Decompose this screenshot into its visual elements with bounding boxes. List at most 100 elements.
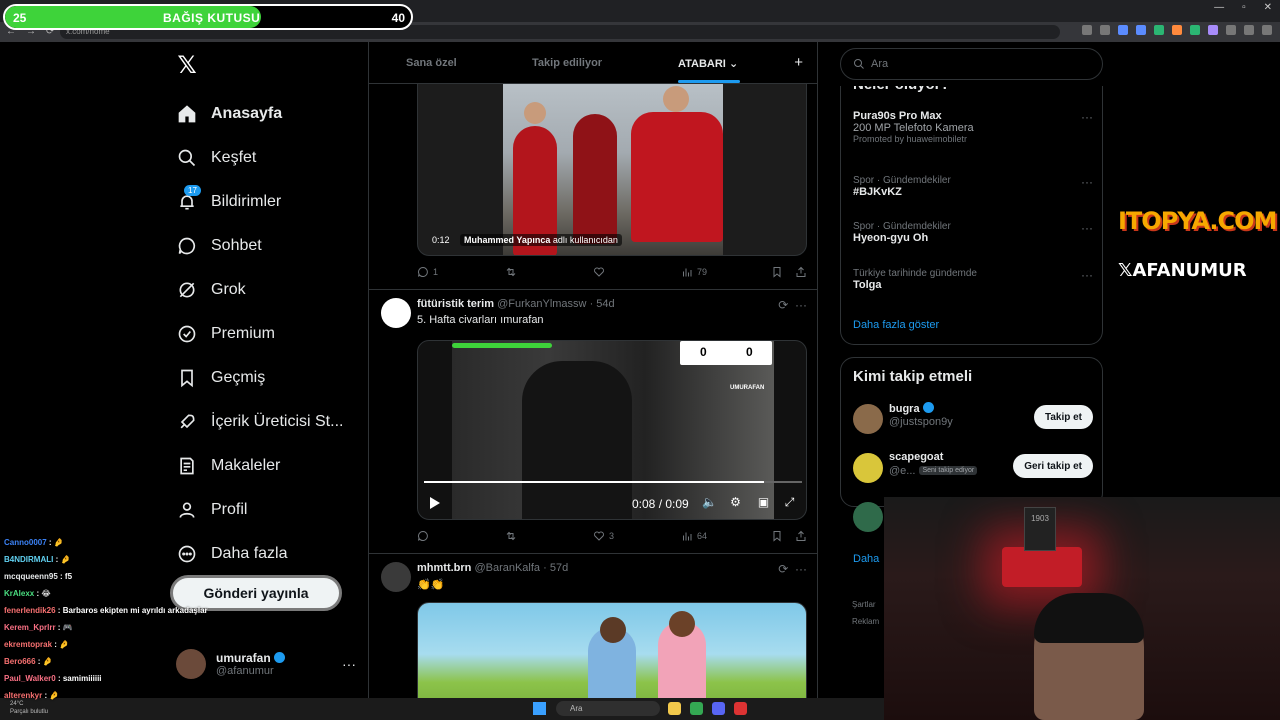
tab-following[interactable]: Takip ediliyor bbox=[532, 57, 602, 69]
chat-username[interactable]: ekremtoprak bbox=[4, 640, 52, 649]
app-icon[interactable] bbox=[734, 702, 747, 715]
sidebar-item-explore[interactable]: Keşfet bbox=[170, 136, 360, 180]
person-icon bbox=[176, 499, 198, 521]
extension-icon[interactable] bbox=[1154, 25, 1164, 35]
sidebar-item-profile[interactable]: Profil bbox=[170, 488, 360, 532]
sidebar-item-home[interactable]: Anasayfa bbox=[170, 92, 360, 136]
extension-icon[interactable] bbox=[1208, 25, 1218, 35]
maximize-icon[interactable]: ▫ bbox=[1242, 2, 1246, 13]
trend-item[interactable]: Pura90s Pro Max 200 MP Telefoto Kamera P… bbox=[853, 110, 1093, 144]
trend-item[interactable]: Spor · Gündemdekiler #BJKvKZ ··· bbox=[853, 175, 1093, 198]
close-icon[interactable]: ✕ bbox=[1264, 2, 1272, 13]
red-light bbox=[1002, 547, 1082, 587]
sidebar-item-notifications[interactable]: 17 Bildirimler bbox=[170, 180, 360, 224]
tab-for-you[interactable]: Sana özel bbox=[406, 57, 457, 69]
follow-button[interactable]: Takip et bbox=[1033, 405, 1093, 429]
chat-username[interactable]: Paul_Walker0 bbox=[4, 674, 56, 683]
avatar[interactable] bbox=[381, 562, 411, 592]
avatar bbox=[853, 502, 883, 532]
tweet-author-name[interactable]: mhmtt.brn bbox=[417, 562, 471, 574]
cast-icon[interactable] bbox=[1100, 25, 1110, 35]
tweet-time[interactable]: 57d bbox=[550, 562, 568, 574]
extension-icon[interactable] bbox=[1190, 25, 1200, 35]
follow-suggestion[interactable]: scapegoat @e... Seni takip ediyor Geri ta… bbox=[853, 451, 1093, 485]
show-more-link[interactable]: Daha fazla göster bbox=[853, 319, 939, 331]
search-box[interactable] bbox=[840, 48, 1103, 80]
play-icon[interactable] bbox=[430, 497, 440, 509]
ads-link[interactable]: Reklam bbox=[852, 613, 879, 630]
extension-icon[interactable] bbox=[1172, 25, 1182, 35]
zoom-icon[interactable] bbox=[1082, 25, 1092, 35]
more-icon[interactable]: ··· bbox=[1081, 221, 1093, 235]
share-icon[interactable] bbox=[795, 266, 807, 278]
chat-username[interactable]: Kerem_Kprlrr bbox=[4, 623, 56, 632]
search-input[interactable] bbox=[871, 58, 1071, 70]
add-tab-icon[interactable]: + bbox=[794, 54, 803, 71]
chat-username[interactable]: mcqqueenn95 bbox=[4, 572, 58, 581]
trend-item[interactable]: Spor · Gündemdekiler Hyeon-gyu Oh ··· bbox=[853, 221, 1093, 244]
tweet-time[interactable]: 54d bbox=[596, 298, 614, 310]
more-icon[interactable]: ⟳ ··· bbox=[778, 562, 807, 576]
pip-icon[interactable]: ▣ bbox=[757, 496, 770, 509]
views-button[interactable]: 64 bbox=[681, 530, 769, 542]
tweet-author-name[interactable]: fütüristik terim bbox=[417, 298, 494, 310]
sidebar-item-creator-studio[interactable]: İçerik Üreticisi St... bbox=[170, 400, 360, 444]
terms-link[interactable]: Şartlar bbox=[852, 596, 879, 613]
chrome-icon[interactable] bbox=[690, 702, 703, 715]
discord-icon[interactable] bbox=[712, 702, 725, 715]
reply-button[interactable]: 1 bbox=[417, 266, 505, 278]
retweet-button[interactable] bbox=[505, 266, 593, 278]
chat-username[interactable]: B4NDIRMALI bbox=[4, 555, 53, 564]
trend-meta: Türkiye tarihinde gündemde bbox=[853, 268, 977, 279]
minimize-icon[interactable]: — bbox=[1214, 2, 1224, 13]
retweet-button[interactable] bbox=[505, 530, 593, 542]
sidebar-item-bookmarks[interactable]: Geçmiş bbox=[170, 356, 360, 400]
tab-atabari[interactable]: ATABARI ⌄ bbox=[678, 57, 738, 70]
windows-start-icon[interactable] bbox=[533, 702, 546, 715]
tweet-author-handle[interactable]: @FurkanYlmassw bbox=[497, 298, 586, 310]
profile-icon[interactable] bbox=[1244, 25, 1254, 35]
like-button[interactable]: 3 bbox=[593, 530, 681, 542]
more-icon[interactable]: ··· bbox=[1081, 268, 1093, 282]
menu-icon[interactable] bbox=[1262, 25, 1272, 35]
more-icon[interactable]: ··· bbox=[1081, 110, 1093, 124]
more-icon[interactable]: ⟳ ··· bbox=[778, 298, 807, 312]
player-figure bbox=[631, 112, 723, 242]
bookmark-icon[interactable] bbox=[771, 530, 783, 542]
views-button[interactable]: 79 bbox=[681, 266, 769, 278]
show-more-link[interactable]: Daha bbox=[853, 553, 879, 565]
sidebar-item-grok[interactable]: Grok bbox=[170, 268, 360, 312]
follow-suggestion[interactable]: bugra @justspon9y Takip et bbox=[853, 402, 1093, 436]
x-logo-icon[interactable]: 𝕏 bbox=[170, 48, 204, 82]
follow-back-button[interactable]: Geri takip et bbox=[1013, 454, 1093, 478]
fullscreen-icon[interactable]: ⤢ bbox=[783, 496, 796, 509]
extension-icon[interactable] bbox=[1136, 25, 1146, 35]
tweet-video[interactable]: 0:12 Muhammed Yapıncа adlı kullanıcıdan bbox=[417, 84, 807, 256]
avatar[interactable] bbox=[381, 298, 411, 328]
share-icon[interactable] bbox=[795, 530, 807, 542]
file-explorer-icon[interactable] bbox=[668, 702, 681, 715]
sidebar-item-premium[interactable]: Premium bbox=[170, 312, 360, 356]
taskbar-search[interactable]: Ara bbox=[556, 701, 660, 716]
chat-username[interactable]: Canno0007 bbox=[4, 538, 47, 547]
sidebar-item-chat[interactable]: Sohbet bbox=[170, 224, 360, 268]
reply-button[interactable] bbox=[417, 530, 505, 542]
video-progress[interactable] bbox=[424, 481, 802, 483]
chat-username[interactable]: Bero666 bbox=[4, 657, 36, 666]
chat-username[interactable]: fenerlendik26 bbox=[4, 606, 56, 615]
trend-item[interactable]: Türkiye tarihinde gündemde Tolga ··· bbox=[853, 268, 1093, 291]
more-icon[interactable]: ··· bbox=[342, 656, 356, 672]
chat-username[interactable]: KrAlexx bbox=[4, 589, 34, 598]
sidebar-item-articles[interactable]: Makaleler bbox=[170, 444, 360, 488]
chat-username[interactable]: alterenkyr bbox=[4, 691, 42, 700]
settings-icon[interactable]: ⚙ bbox=[729, 496, 742, 509]
more-icon[interactable]: ··· bbox=[1081, 175, 1093, 189]
search-icon bbox=[176, 147, 198, 169]
tweet-video[interactable]: 0 0 UMURAFAN 0:08 / 0:09 🔈 ⚙ ▣ ⤢ bbox=[417, 340, 807, 520]
like-button[interactable] bbox=[593, 266, 681, 278]
tweet-author-handle[interactable]: @BaranKalfa bbox=[474, 562, 540, 574]
star-icon[interactable] bbox=[1118, 25, 1128, 35]
volume-icon[interactable]: 🔈 bbox=[702, 496, 717, 509]
puzzle-icon[interactable] bbox=[1226, 25, 1236, 35]
bookmark-icon[interactable] bbox=[771, 266, 783, 278]
